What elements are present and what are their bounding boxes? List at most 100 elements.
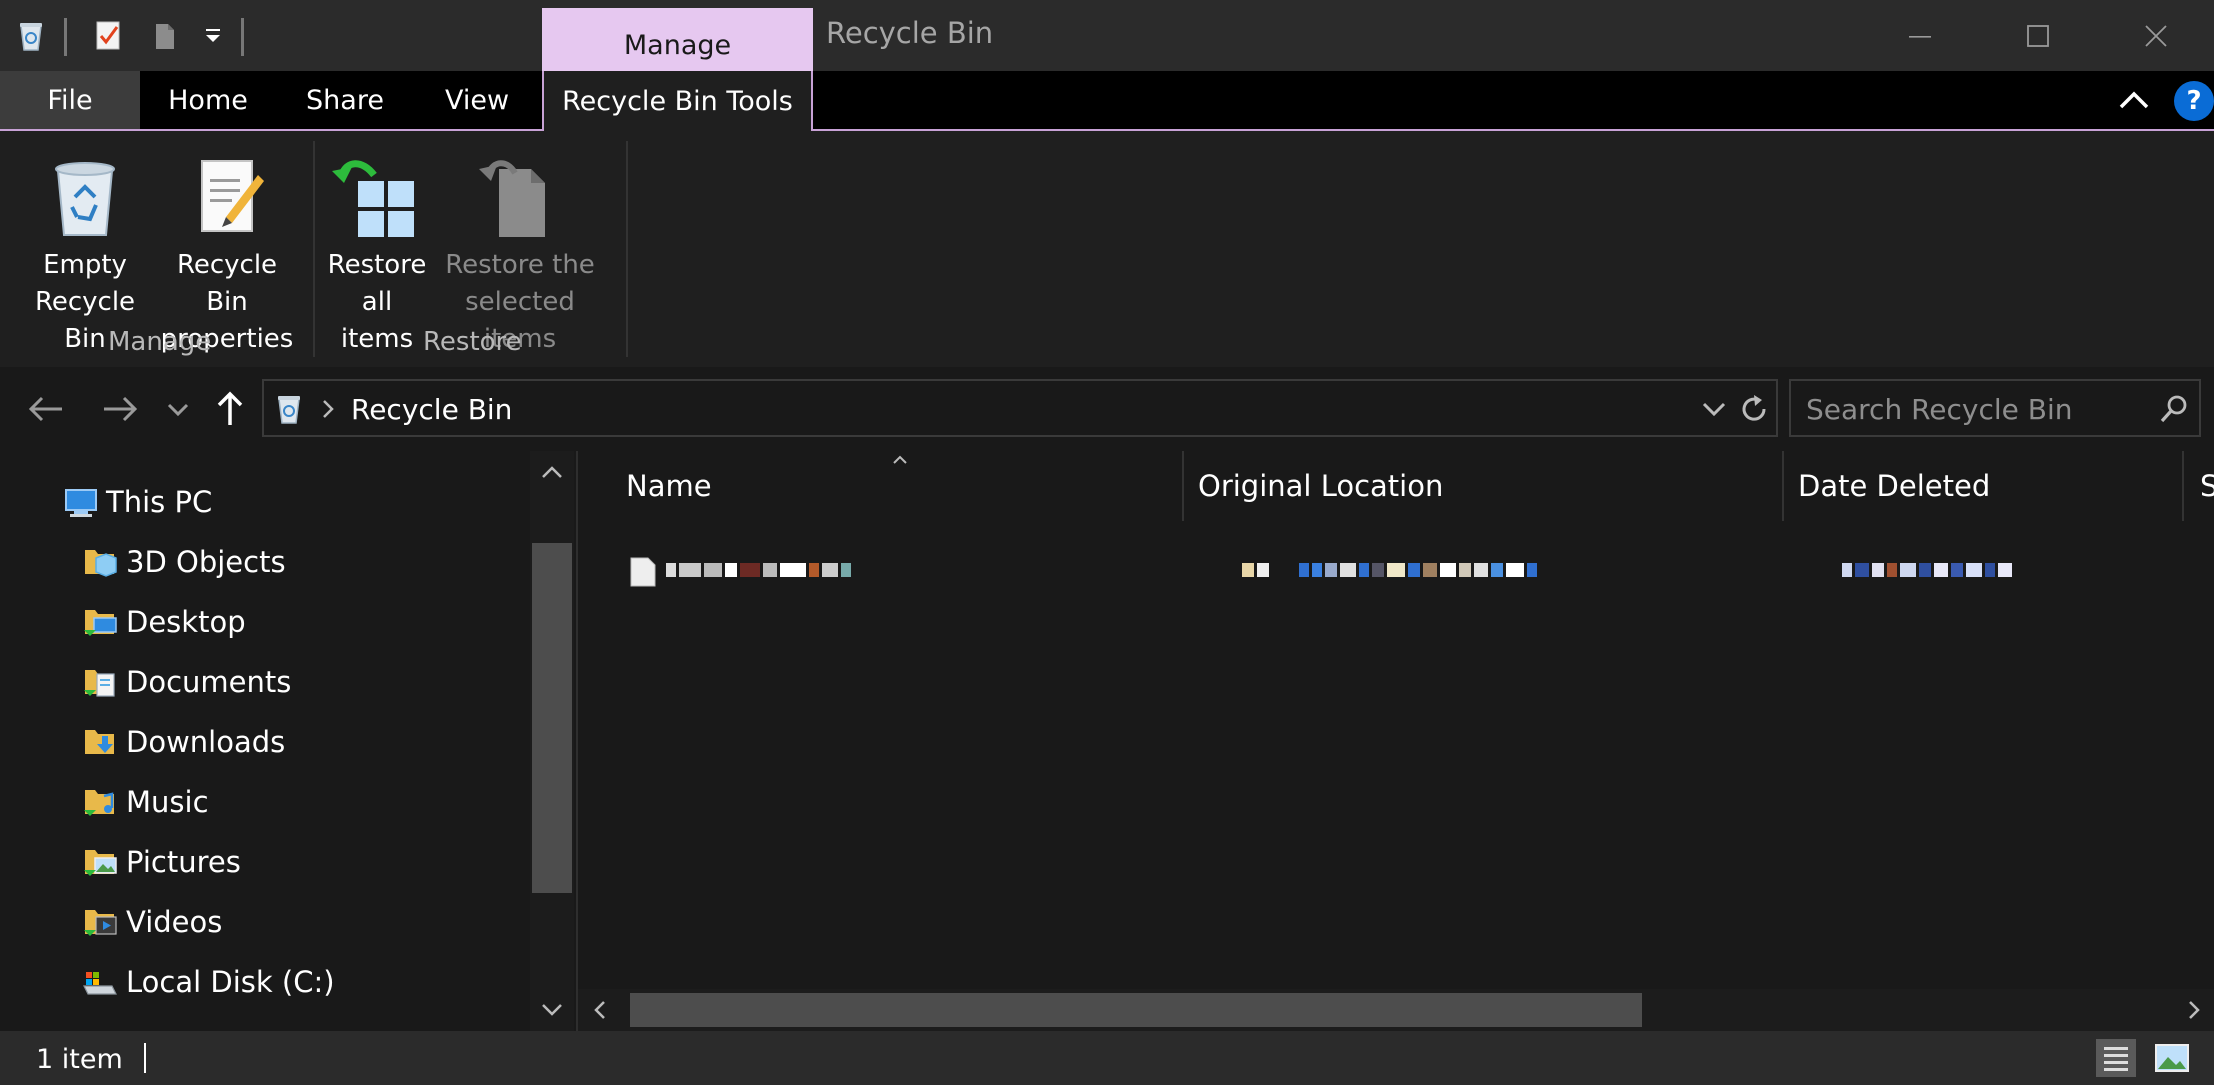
close-icon [2145,24,2167,47]
collapse-ribbon-icon[interactable] [2118,87,2150,113]
search-icon[interactable] [2159,394,2189,424]
tree-item-downloads[interactable]: Downloads [82,717,285,767]
tree-item-label: Desktop [126,605,246,639]
desktop-folder-icon [84,610,117,636]
redacted-file-name [666,559,854,583]
forward-arrow-icon [104,396,138,422]
tree-item-3d-objects[interactable]: 3D Objects [82,537,286,587]
redacted-original-location [1242,559,1540,583]
minimize-icon [1909,35,1931,38]
status-item-count: 1 item [36,1044,123,1075]
back-button[interactable] [24,387,68,431]
tree-item-documents[interactable]: Documents [82,657,291,707]
tree-item-desktop[interactable]: Desktop [82,597,246,647]
scroll-right-icon[interactable] [2182,998,2206,1022]
restore-selected-items-label-1: Restore the [445,250,595,280]
nav-pane-scroll-thumb[interactable] [532,543,572,893]
breadcrumb-chevron-icon[interactable] [320,397,336,421]
tree-item-local-disk-c[interactable]: Local Disk (C:) [82,957,335,1007]
breadcrumb-recycle-bin[interactable]: Recycle Bin [351,393,512,426]
navigation-bar: Recycle Bin Search Recycle Bin [0,367,2214,451]
maximize-button[interactable] [1980,0,2096,71]
forward-button[interactable] [98,387,142,431]
column-separator[interactable] [1782,451,1784,521]
address-bar[interactable]: Recycle Bin [262,379,1778,437]
file-icon [630,557,656,587]
scroll-left-icon[interactable] [588,998,612,1022]
search-box[interactable]: Search Recycle Bin [1789,379,2201,437]
toolbar-separator [241,18,244,56]
tree-item-label: Music [126,785,209,819]
tree-item-label: This PC [106,485,213,519]
table-row[interactable] [618,545,2178,595]
documents-folder-icon [84,670,115,697]
music-folder-icon [84,790,114,816]
tab-view[interactable]: View [422,71,532,129]
tree-item-pictures[interactable]: Pictures [82,837,241,887]
column-separator[interactable] [1182,451,1184,521]
column-header-name[interactable]: Name [626,469,712,503]
customize-toolbar-icon[interactable] [196,18,230,52]
horizontal-scrollbar[interactable] [578,989,2214,1031]
tree-item-label: Downloads [126,725,286,759]
drive-icon [83,972,117,995]
column-header-date-deleted[interactable]: Date Deleted [1798,469,1990,503]
column-header-original-location[interactable]: Original Location [1198,469,1443,503]
tree-item-label: Videos [126,905,223,939]
maximize-icon [2027,24,2049,47]
up-arrow-icon [217,391,243,425]
search-input[interactable]: Search Recycle Bin [1806,393,2073,426]
tree-item-videos[interactable]: Videos [82,897,222,947]
minimize-button[interactable] [1862,0,1978,71]
computer-icon [65,489,97,517]
tree-item-music[interactable]: Music [82,777,209,827]
tab-share[interactable]: Share [290,71,400,129]
window-title: Recycle Bin [826,16,994,50]
restore-icon[interactable] [148,18,182,52]
group-label-manage: Manage [108,327,212,357]
ribbon-tab-row: File Home Share View Recycle Bin Tools ? [0,71,2214,133]
tree-item-label: Local Disk (C:) [126,965,335,999]
tab-recycle-bin-tools[interactable]: Recycle Bin Tools [542,71,813,133]
properties-icon[interactable] [92,18,126,52]
recycle-bin-icon[interactable] [14,18,48,52]
up-button[interactable] [208,387,252,431]
tree-item-label: 3D Objects [126,545,286,579]
empty-recycle-bin-label-1: Empty [43,250,127,280]
column-header-size[interactable]: S [2200,469,2214,503]
tree-item-label: Pictures [126,845,241,879]
3d-objects-folder-icon [85,550,117,577]
horizontal-scroll-thumb[interactable] [630,993,1642,1027]
status-divider [144,1043,146,1073]
toolbar-separator [64,18,67,56]
navigation-pane: This PC 3D Objects Desktop Documents Dow… [0,451,574,1031]
recent-locations-button[interactable] [156,387,200,431]
tab-home[interactable]: Home [150,71,266,129]
status-bar: 1 item [0,1031,2214,1085]
recycle-bin-icon [55,162,115,236]
downloads-folder-icon [85,730,114,754]
refresh-icon[interactable] [1738,393,1770,425]
large-icons-view-icon[interactable] [2152,1039,2192,1077]
restore-all-items-button[interactable]: Restore all items [322,151,432,358]
tab-file[interactable]: File [0,71,140,129]
column-separator[interactable] [2182,451,2184,521]
restore-all-items-label-2: all items [340,287,414,354]
group-separator [626,141,628,357]
group-separator [313,141,315,357]
close-button[interactable] [2098,0,2214,71]
ribbon-panel: Empty Recycle Bin Recycle Bin properties… [0,131,2214,367]
scroll-down-icon[interactable] [538,999,566,1021]
sort-ascending-icon [893,455,907,464]
recycle-bin-icon [278,396,300,424]
address-history-dropdown-icon[interactable] [1700,398,1728,420]
back-arrow-icon [28,396,62,422]
tree-item-this-pc[interactable]: This PC [62,477,212,527]
recycle-bin-properties-label-1: Recycle Bin [176,250,278,317]
chevron-down-icon [167,403,189,417]
scroll-up-icon[interactable] [538,461,566,483]
help-icon[interactable]: ? [2174,81,2214,121]
details-view-icon[interactable] [2096,1039,2136,1077]
restore-all-icon [332,160,414,237]
title-bar: Manage Recycle Bin [0,0,2214,71]
